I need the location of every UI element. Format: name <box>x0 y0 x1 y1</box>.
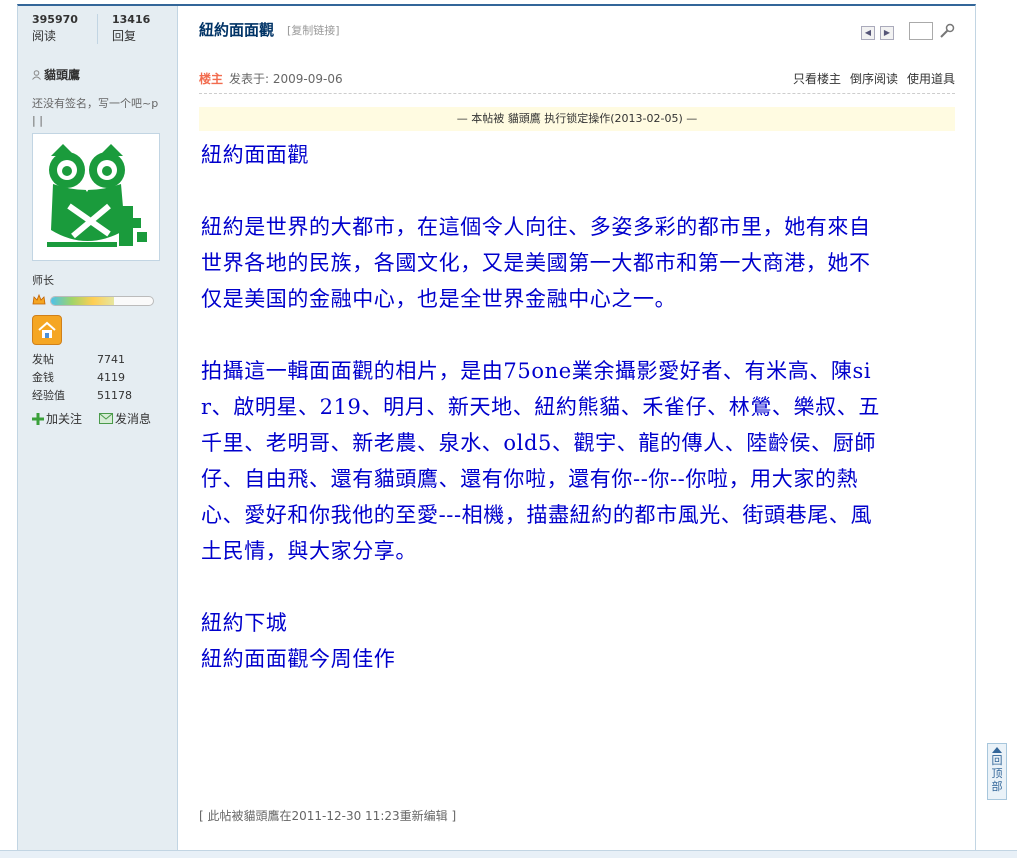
user-stats: 发帖 7741 金钱 4119 经验值 51178 <box>32 351 132 405</box>
meta-divider <box>199 93 955 94</box>
user-icon <box>32 70 41 80</box>
username[interactable]: 貓頭鷹 <box>32 66 80 83</box>
user-stat-exp: 经验值 51178 <box>32 389 132 402</box>
post-main: 楼主 发表于: 2009-09-06 只看楼主 倒序阅读 使用道具 — 本帖被 貓… <box>178 53 975 850</box>
up-arrow-icon <box>992 747 1002 753</box>
user-sidebar: 貓頭鷹 还没有签名，写一个吧~p | | 师长 发帖 7741 金钱 4119 … <box>18 53 178 850</box>
replies-stat: 13416 回复 <box>112 12 150 44</box>
username-text: 貓頭鷹 <box>44 68 81 82</box>
content-line: 紐約面面觀今周佳作 <box>201 647 396 671</box>
content-line: 紐約面面觀 <box>201 143 309 167</box>
tool-box-button[interactable] <box>909 22 933 40</box>
content-line: 仔、自由飛、還有貓頭鷹、還有你啦，還有你--你--你啦，用大家的熱 <box>201 467 859 491</box>
next-thread-button[interactable]: ▶ <box>880 26 894 40</box>
reads-label: 阅读 <box>32 29 57 43</box>
content-line: 紐約下城 <box>201 611 288 635</box>
user-rank: 师长 <box>32 274 54 287</box>
follow-button[interactable]: 加关注 <box>32 410 82 427</box>
send-message-button[interactable]: 发消息 <box>99 410 151 427</box>
user-stat-money: 金钱 4119 <box>32 371 125 384</box>
content-line: 心、愛好和你我他的至愛---相機，描盡紐約的都市風光、街頭巷尾、風 <box>201 503 873 527</box>
use-item-link[interactable]: 使用道具 <box>907 70 955 87</box>
plus-icon <box>32 412 44 425</box>
thread-header: 395970 阅读 13416 回复 紐約面面觀 [复制链接] ◀ ▶ <box>18 6 975 53</box>
content-line: 拍攝這一輯面面觀的相片，是由75one業余攝影愛好者、有米高、陳si <box>201 359 872 383</box>
avatar[interactable] <box>32 133 160 261</box>
posted-at: 发表于: 2009-09-06 <box>229 72 343 86</box>
copy-link-button[interactable]: [复制链接] <box>287 22 340 38</box>
back-to-top-button[interactable]: 回 顶 部 <box>987 743 1007 800</box>
stats-divider <box>97 14 98 44</box>
op-badge: 楼主 <box>199 72 224 86</box>
house-icon <box>38 321 56 338</box>
rank-progress-bar <box>50 296 154 306</box>
lock-notice: — 本帖被 貓頭鷹 执行锁定操作(2013-02-05) — <box>199 107 955 131</box>
user-signature: 还没有签名，写一个吧~p | | <box>32 97 159 127</box>
bottom-strip <box>0 850 1017 858</box>
owl-avatar-image <box>47 144 147 247</box>
mail-icon <box>99 413 113 424</box>
prev-thread-button[interactable]: ◀ <box>861 26 875 40</box>
thread-stats: 395970 阅读 13416 回复 <box>18 6 178 53</box>
rank-progress-fill <box>51 297 115 305</box>
content-line: r、啟明星、219、明月、新天地、紐約熊貓、禾雀仔、林鶯、樂叔、五 <box>201 395 880 419</box>
content-line: 世界各地的民族，各國文化，又是美國第一大都市和第一大商港，她不 <box>201 251 871 275</box>
content-line: 仅是美国的金融中心，也是全世界金融中心之一。 <box>201 287 677 311</box>
reverse-order-link[interactable]: 倒序阅读 <box>850 70 898 87</box>
post-tools: 只看楼主 倒序阅读 使用道具 <box>793 70 955 87</box>
post-meta: 楼主 发表于: 2009-09-06 <box>199 70 343 87</box>
content-line: 紐約是世界的大都市，在這個令人向往、多姿多彩的都市里，她有來自 <box>201 215 871 239</box>
replies-label: 回复 <box>112 29 137 43</box>
home-badge[interactable] <box>32 315 62 345</box>
content-line: 千里、老明哥、新老農、泉水、old5、觀宇、龍的傳人、陸齡侯、厨師 <box>201 431 876 455</box>
post-frame: 395970 阅读 13416 回复 紐約面面觀 [复制链接] ◀ ▶ 貓頭鷹 … <box>17 4 976 850</box>
only-op-link[interactable]: 只看楼主 <box>793 70 841 87</box>
post-content: 紐約面面觀 紐約是世界的大都市，在這個令人向往、多姿多彩的都市里，她有來自 世界… <box>201 137 961 677</box>
title-area: 紐約面面觀 [复制链接] ◀ ▶ <box>178 6 975 53</box>
reads-stat: 395970 阅读 <box>32 12 78 44</box>
replies-count: 13416 <box>112 13 151 26</box>
rank-crown-icon <box>32 293 46 305</box>
content-line: 土民情，與大家分享。 <box>201 539 417 563</box>
thread-title[interactable]: 紐約面面觀 <box>199 19 274 40</box>
user-stat-posts: 发帖 7741 <box>32 353 125 366</box>
edited-note: [ 此帖被貓頭鷹在2011-12-30 11:23重新编辑 ] <box>199 809 457 823</box>
wrench-icon[interactable] <box>938 22 956 40</box>
reads-count: 395970 <box>32 13 78 26</box>
